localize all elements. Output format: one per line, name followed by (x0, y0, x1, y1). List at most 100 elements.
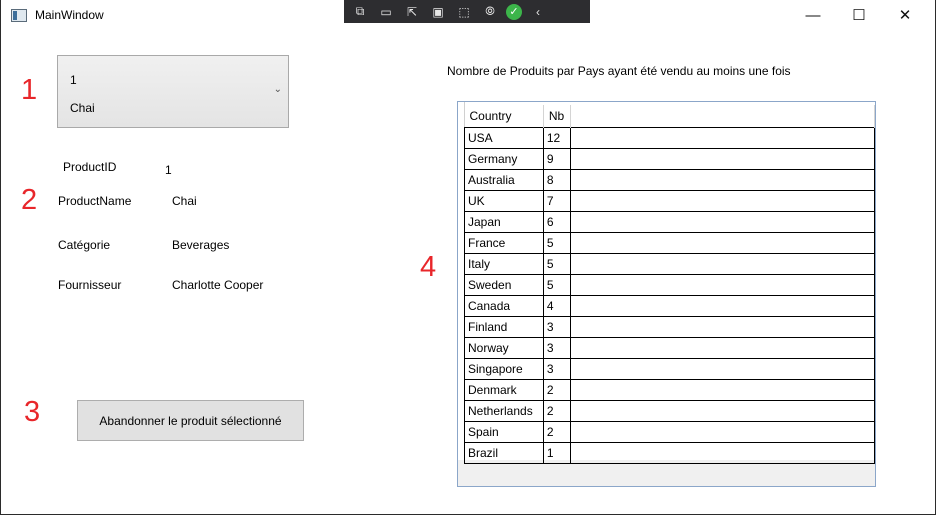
cell-country[interactable]: Denmark (464, 379, 544, 401)
cell-country[interactable]: Italy (464, 253, 544, 275)
cell-filler (569, 232, 876, 254)
cell-filler (569, 400, 876, 422)
supplier-value: Charlotte Cooper (172, 278, 264, 292)
cell-country[interactable]: Japan (464, 211, 544, 233)
cell-nb[interactable]: 12 (542, 127, 571, 149)
table-row[interactable]: Denmark 2 (464, 379, 876, 401)
table-row[interactable]: UK 7 (464, 190, 876, 212)
cell-filler (569, 211, 876, 233)
cell-country[interactable]: Sweden (464, 274, 544, 296)
cell-nb[interactable]: 7 (542, 190, 571, 212)
table-row[interactable]: Netherlands 2 (464, 400, 876, 422)
minimize-button[interactable]: — (790, 0, 836, 30)
cell-nb[interactable]: 2 (542, 400, 571, 422)
product-name-value: Chai (172, 194, 197, 208)
table-row[interactable]: Spain 2 (464, 421, 876, 443)
marker-3: 3 (24, 396, 41, 428)
cell-country[interactable]: Germany (464, 148, 544, 170)
cell-filler (569, 169, 876, 191)
cell-country[interactable]: Australia (464, 169, 544, 191)
country-table: Country Nb USA 12 Germany 9 Australia 8 UK 7 Jap… (464, 105, 876, 464)
cell-nb[interactable]: 9 (542, 148, 571, 170)
header-row: Country Nb (464, 105, 876, 128)
cell-filler (569, 379, 876, 401)
cell-country[interactable]: USA (464, 127, 544, 149)
cell-nb[interactable]: 5 (542, 253, 571, 275)
cell-country[interactable]: Brazil (464, 442, 544, 464)
cell-filler (569, 358, 876, 380)
marker-4: 4 (420, 251, 437, 283)
close-button[interactable]: ✕ (882, 0, 928, 30)
binding-failures-icon[interactable]: ⦾ (480, 4, 500, 19)
category-value: Beverages (172, 238, 230, 252)
cell-nb[interactable]: 2 (542, 379, 571, 401)
cell-filler (569, 274, 876, 296)
cell-nb[interactable]: 5 (542, 274, 571, 296)
product-combobox[interactable]: 1 Chai ⌄ (57, 55, 289, 128)
grid-title: Nombre de Produits par Pays ayant été ve… (447, 64, 791, 78)
track-focus-icon[interactable]: ⬚ (454, 5, 474, 19)
supplier-label: Fournisseur (58, 278, 122, 292)
country-datagrid[interactable]: Country Nb USA 12 Germany 9 Australia 8 UK 7 Jap… (457, 101, 876, 487)
category-label: Catégorie (58, 238, 111, 252)
debug-toolbar: ⧉ ▭ ⇱ ▣ ⬚ ⦾ ✓ ‹ (344, 0, 590, 23)
cell-country[interactable]: France (464, 232, 544, 254)
table-row[interactable]: Sweden 5 (464, 274, 876, 296)
cell-nb[interactable]: 3 (542, 316, 571, 338)
preview-selection-icon[interactable]: ▣ (428, 5, 448, 19)
cell-nb[interactable]: 5 (542, 232, 571, 254)
cell-country[interactable]: Netherlands (464, 400, 544, 422)
hot-reload-ok-icon[interactable]: ✓ (506, 3, 522, 20)
cell-country[interactable]: Spain (464, 421, 544, 443)
cell-nb[interactable]: 2 (542, 421, 571, 443)
cell-nb[interactable]: 1 (542, 442, 571, 464)
table-row[interactable]: Singapore 3 (464, 358, 876, 380)
cell-filler (569, 442, 876, 464)
display-layout-icon[interactable]: ▭ (376, 5, 396, 19)
column-header-filler (570, 105, 876, 128)
table-row[interactable]: Finland 3 (464, 316, 876, 338)
table-row[interactable]: Italy 5 (464, 253, 876, 275)
table-row[interactable]: USA 12 (464, 127, 876, 149)
table-row[interactable]: Norway 3 (464, 337, 876, 359)
cell-nb[interactable]: 6 (542, 211, 571, 233)
product-id-label: ProductID (63, 160, 117, 174)
column-header-nb[interactable]: Nb (543, 105, 571, 128)
window-title: MainWindow (35, 8, 104, 22)
table-row[interactable]: Australia 8 (464, 169, 876, 191)
title-bar: MainWindow ⧉ ▭ ⇱ ▣ ⬚ ⦾ ✓ ‹ — ☐ ✕ (0, 0, 936, 30)
cell-filler (569, 337, 876, 359)
marker-1: 1 (21, 74, 38, 106)
cell-filler (569, 190, 876, 212)
table-row[interactable]: France 5 (464, 232, 876, 254)
combo-item-name: Chai (70, 101, 95, 115)
column-header-country[interactable]: Country (464, 105, 544, 128)
table-row[interactable]: Japan 6 (464, 211, 876, 233)
cell-nb[interactable]: 3 (542, 358, 571, 380)
cell-filler (569, 253, 876, 275)
table-row[interactable]: Brazil 1 (464, 442, 876, 464)
chevron-down-icon: ⌄ (273, 84, 282, 95)
cell-filler (569, 295, 876, 317)
collapse-icon[interactable]: ‹ (528, 5, 548, 19)
abandon-product-button[interactable]: Abandonner le produit sélectionné (77, 400, 304, 441)
maximize-button[interactable]: ☐ (836, 0, 882, 30)
cell-country[interactable]: Singapore (464, 358, 544, 380)
product-name-label: ProductName (58, 194, 132, 208)
select-element-icon[interactable]: ⇱ (402, 5, 422, 19)
app-icon (11, 9, 27, 22)
cell-filler (569, 127, 876, 149)
cell-country[interactable]: UK (464, 190, 544, 212)
cell-filler (569, 421, 876, 443)
table-row[interactable]: Germany 9 (464, 148, 876, 170)
cell-nb[interactable]: 8 (542, 169, 571, 191)
live-visual-tree-icon[interactable]: ⧉ (350, 4, 370, 19)
table-row[interactable]: Canada 4 (464, 295, 876, 317)
cell-nb[interactable]: 3 (542, 337, 571, 359)
marker-2: 2 (21, 184, 38, 216)
cell-country[interactable]: Norway (464, 337, 544, 359)
combo-item-id: 1 (70, 73, 77, 87)
cell-country[interactable]: Canada (464, 295, 544, 317)
cell-country[interactable]: Finland (464, 316, 544, 338)
cell-nb[interactable]: 4 (542, 295, 571, 317)
